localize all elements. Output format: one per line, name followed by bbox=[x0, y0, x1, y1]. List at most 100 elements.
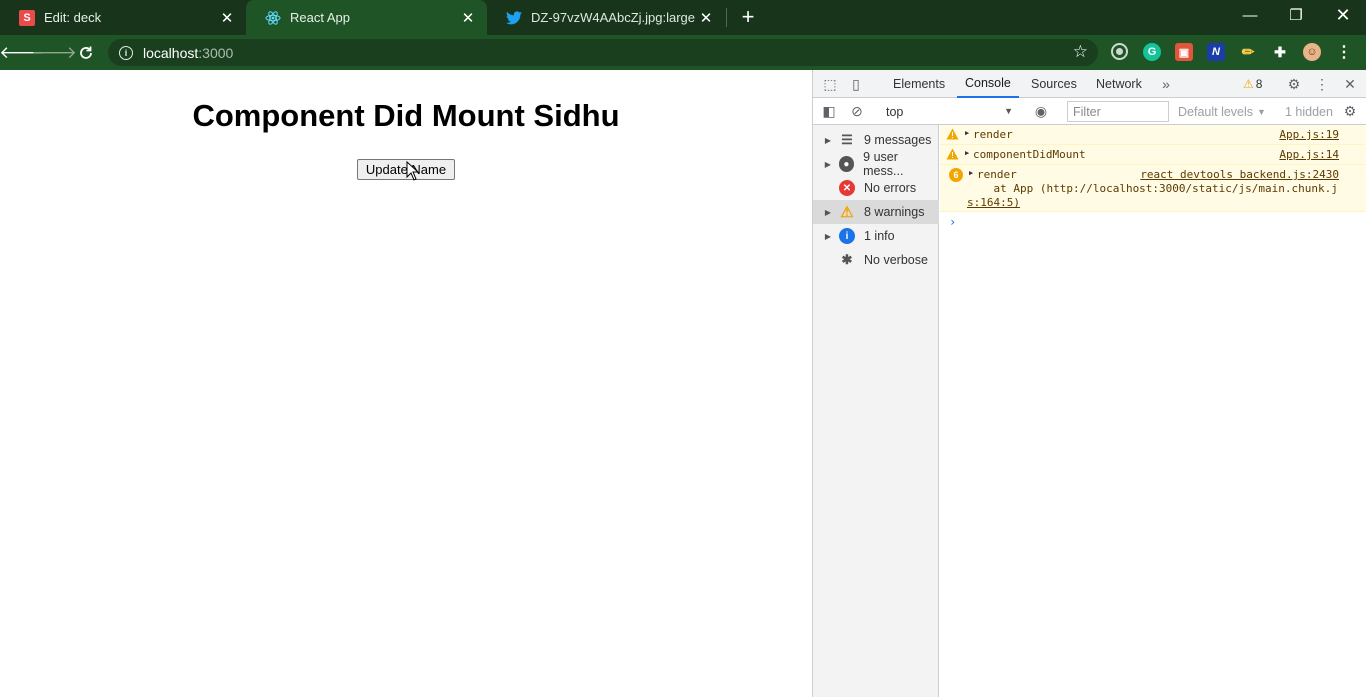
close-tab-icon[interactable]: ✕ bbox=[217, 8, 237, 28]
tab-title: DZ-97vzW4AAbcZj.jpg:large (167 bbox=[531, 10, 696, 25]
warning-count: 8 bbox=[1255, 77, 1263, 91]
console-output: ▶ render App.js:19 ▶ componentDidMount A… bbox=[940, 125, 1366, 697]
pencil-icon[interactable]: ✏ bbox=[1239, 43, 1257, 61]
sidebar-item-label: No verbose bbox=[864, 253, 928, 267]
stack-trace-line[interactable]: at App (http://localhost:3000/static/js/… bbox=[967, 182, 1337, 195]
browser-tab-react-app[interactable]: React App ✕ bbox=[246, 0, 487, 35]
error-icon: ✕ bbox=[839, 180, 855, 196]
context-selector[interactable]: top ▼ bbox=[883, 101, 1017, 122]
clear-console-icon[interactable]: ⊘ bbox=[848, 102, 866, 120]
reload-button[interactable] bbox=[73, 40, 99, 66]
warnings-badge[interactable]: ⚠ 8 bbox=[1243, 70, 1262, 98]
close-devtools-icon[interactable]: ✕ bbox=[1341, 75, 1359, 93]
close-tab-icon[interactable]: ✕ bbox=[458, 8, 478, 28]
message-text: componentDidMount bbox=[973, 148, 1086, 161]
chevron-down-icon: ▼ bbox=[1257, 106, 1266, 117]
minimize-button[interactable]: — bbox=[1227, 0, 1273, 30]
source-link[interactable]: react devtools backend.js:2430 bbox=[1140, 168, 1339, 181]
chevron-down-icon: ▼ bbox=[1004, 106, 1013, 116]
inspect-element-icon[interactable]: ⬚ bbox=[821, 75, 839, 93]
new-tab-button[interactable]: + bbox=[737, 4, 759, 29]
address-bar[interactable]: i localhost:3000 ☆ bbox=[108, 39, 1098, 66]
close-window-button[interactable]: ✕ bbox=[1320, 0, 1366, 30]
browser-toolbar: 🡐 🡒 i localhost:3000 ☆ G ▣ N ✏ ✚ ☺ ⋮ bbox=[0, 35, 1366, 70]
list-icon: ☰ bbox=[841, 132, 853, 147]
more-options-icon[interactable]: ⋮ bbox=[1313, 75, 1331, 93]
log-levels-dropdown[interactable]: Default levels ▼ bbox=[1178, 101, 1266, 122]
expand-triangle-icon[interactable]: ▶ bbox=[965, 129, 969, 137]
extensions-puzzle-icon[interactable]: ✚ bbox=[1271, 43, 1289, 61]
expand-triangle-icon[interactable]: ▶ bbox=[823, 208, 833, 217]
sidebar-item-info[interactable]: ▶ i 1 info bbox=[813, 224, 939, 248]
bookmark-star-icon[interactable]: ☆ bbox=[1073, 42, 1088, 62]
expand-triangle-icon[interactable]: ▶ bbox=[823, 160, 833, 169]
source-link[interactable]: App.js:14 bbox=[1279, 148, 1339, 161]
tab-elements[interactable]: Elements bbox=[893, 70, 945, 98]
tab-title: Edit: deck bbox=[44, 10, 102, 25]
warning-icon: ⚠ bbox=[1243, 77, 1254, 91]
sidebar-item-label: No errors bbox=[864, 181, 917, 195]
console-settings-gear-icon[interactable]: ⚙ bbox=[1341, 102, 1359, 120]
context-value: top bbox=[886, 104, 904, 119]
console-warning-row[interactable]: ▶ componentDidMount App.js:14 bbox=[940, 145, 1366, 165]
repeat-count-badge: 6 bbox=[949, 168, 963, 182]
more-tabs-icon[interactable]: » bbox=[1157, 75, 1175, 93]
tab-sources[interactable]: Sources bbox=[1031, 70, 1077, 98]
react-icon bbox=[265, 10, 281, 26]
device-toolbar-icon[interactable]: ▯ bbox=[847, 75, 865, 93]
expand-triangle-icon[interactable]: ▶ bbox=[823, 232, 833, 241]
tab-strip: S Edit: deck ✕ React App ✕ DZ-97vzW4AAbc… bbox=[0, 0, 1366, 35]
expand-triangle-icon[interactable]: ▶ bbox=[965, 149, 969, 157]
console-warning-row[interactable]: ▶ render App.js:19 bbox=[940, 125, 1366, 145]
slides-favicon-icon: S bbox=[19, 9, 35, 26]
console-warning-row[interactable]: 6 ▶ render react devtools backend.js:243… bbox=[940, 165, 1366, 212]
close-tab-icon[interactable]: ✕ bbox=[696, 8, 716, 28]
restore-button[interactable]: ❐ bbox=[1273, 0, 1319, 30]
expand-triangle-icon[interactable]: ▶ bbox=[969, 169, 973, 177]
message-text: render bbox=[977, 168, 1017, 181]
mouse-cursor-icon bbox=[406, 161, 420, 181]
sidebar-item-label: 9 user mess... bbox=[863, 150, 904, 178]
extension-circle-icon[interactable] bbox=[1111, 43, 1128, 60]
expand-triangle-icon[interactable]: ▶ bbox=[823, 136, 833, 145]
message-text: render bbox=[973, 128, 1013, 141]
tab-console[interactable]: Console bbox=[957, 70, 1019, 98]
sidebar-item-label: 8 warnings bbox=[864, 205, 925, 219]
console-prompt[interactable]: › bbox=[949, 215, 956, 229]
live-expression-eye-icon[interactable]: ◉ bbox=[1032, 102, 1050, 120]
avatar[interactable]: ☺ bbox=[1303, 43, 1321, 61]
browser-tab-edit-deck[interactable]: S Edit: deck ✕ bbox=[0, 0, 246, 35]
sidebar-item-verbose[interactable]: ✱ No verbose bbox=[813, 248, 939, 272]
levels-label: Default levels bbox=[1178, 104, 1254, 119]
extension-n-icon[interactable]: N bbox=[1207, 43, 1225, 61]
url-host: localhost bbox=[143, 44, 199, 61]
tab-title: React App bbox=[290, 10, 350, 25]
grammarly-icon[interactable]: G bbox=[1143, 43, 1161, 61]
extension-red-icon[interactable]: ▣ bbox=[1175, 43, 1193, 61]
sidebar-item-warnings[interactable]: ▶ ⚠ 8 warnings bbox=[813, 200, 939, 224]
show-sidebar-icon[interactable]: ◧ bbox=[820, 102, 838, 120]
forward-button[interactable]: 🡒 bbox=[31, 40, 77, 66]
info-icon: i bbox=[839, 228, 855, 244]
info-icon[interactable]: i bbox=[119, 45, 133, 60]
reload-icon bbox=[80, 46, 92, 59]
console-sidebar: ▶ ☰ 9 messages ▶ ● 9 user mess... ✕ No e… bbox=[813, 125, 939, 697]
stack-trace-line[interactable]: s:164:5) bbox=[967, 196, 1020, 209]
devtools-tabbar: ⬚ ▯ Elements Console Sources Network » ⚠… bbox=[813, 70, 1366, 98]
user-icon: ● bbox=[838, 156, 855, 172]
sidebar-item-label: 9 messages bbox=[864, 133, 932, 147]
sidebar-item-errors[interactable]: ✕ No errors bbox=[813, 176, 939, 200]
console-toolbar: ◧ ⊘ top ▼ ◉ Filter Default levels ▼ 1 hidd… bbox=[813, 98, 1366, 125]
tab-network[interactable]: Network bbox=[1096, 70, 1142, 98]
menu-dots-icon[interactable]: ⋮ bbox=[1335, 43, 1353, 61]
filter-input[interactable]: Filter bbox=[1067, 101, 1169, 122]
sidebar-item-user-messages[interactable]: ▶ ● 9 user mess... bbox=[813, 150, 939, 178]
bug-icon: ✱ bbox=[841, 252, 853, 267]
warning-icon bbox=[946, 148, 959, 160]
source-link[interactable]: App.js:19 bbox=[1279, 128, 1339, 141]
browser-tab-twitter-image[interactable]: DZ-97vzW4AAbcZj.jpg:large (167 ✕ bbox=[487, 0, 725, 35]
tab-divider bbox=[726, 8, 727, 27]
url-port: :3000 bbox=[198, 44, 234, 61]
sidebar-item-messages[interactable]: ▶ ☰ 9 messages bbox=[813, 128, 939, 152]
settings-gear-icon[interactable]: ⚙ bbox=[1285, 75, 1303, 93]
